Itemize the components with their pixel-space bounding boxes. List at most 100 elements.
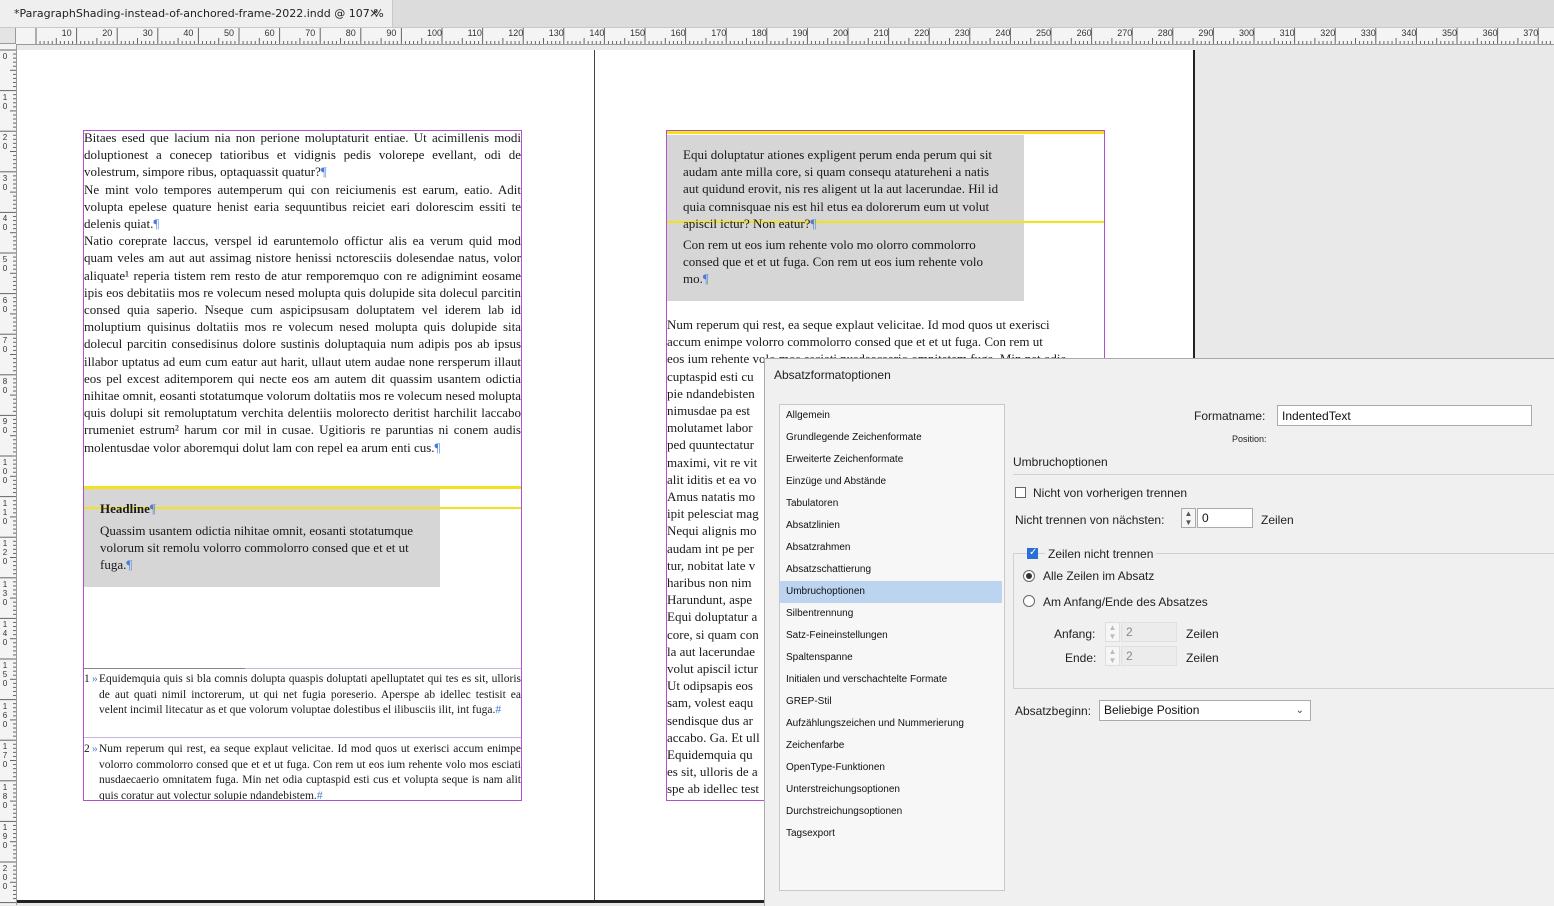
ruler-label: 110 (467, 28, 482, 38)
document-tab-bar: *ParagraphShading-instead-of-anchored-fr… (0, 0, 1554, 28)
keep-lines-together-checkbox[interactable] (1027, 547, 1038, 559)
category-list: Allgemein Grundlegende Zeichenformate Erwe… (779, 404, 1005, 891)
start-input[interactable]: 2 (1121, 622, 1177, 642)
text-line-fragment: ipit pelesciat mag (667, 506, 759, 522)
shaded-paragraph-2: Con rem ut eos ium rehente volo mo olorr… (683, 237, 984, 287)
category-item[interactable]: Absatzrahmen (780, 537, 1002, 559)
headline: Headline¶ (100, 501, 156, 516)
ruler-label: 90 (2, 417, 8, 436)
category-item[interactable]: Absatzlinien (780, 515, 1002, 537)
category-item[interactable]: GREP-Stil (780, 691, 1002, 713)
ruler-label: 320 (1320, 28, 1336, 38)
category-item[interactable]: Allgemein (780, 405, 1002, 427)
ruler-label: 280 (1157, 28, 1173, 38)
category-item[interactable]: Umbruchoptionen (780, 581, 1002, 603)
category-item[interactable]: Einzüge und Abstände (780, 471, 1002, 493)
formatname-input[interactable]: IndentedText (1277, 405, 1532, 426)
category-item[interactable]: Durchstreichungsoptionen (780, 801, 1002, 823)
ruler-label: 120 (2, 539, 8, 567)
ruler-label: 340 (1401, 28, 1417, 38)
text-line-fragment: audam int pe per (667, 540, 754, 556)
text-line-fragment: molutamet labor (667, 420, 753, 436)
ruler-label: 130 (2, 579, 8, 607)
keep-with-next-input[interactable]: 0 (1197, 508, 1253, 528)
ruler-label: 0 (2, 52, 8, 61)
ruler-label: 110 (2, 498, 8, 526)
text-line-fragment: pie ndandebisten (667, 385, 755, 401)
horizontal-ruler[interactable]: 10 20 30 40 50 60 70 80 90 100 110 120 130 140 150 160 1… (16, 28, 1554, 45)
keep-with-previous-checkbox[interactable] (1015, 487, 1026, 498)
section-title: Umbruchoptionen (1013, 455, 1108, 469)
text-line-fragment: nimusdae pa est (667, 403, 751, 418)
category-item[interactable]: Erweiterte Zeichenformate (780, 449, 1002, 471)
spread-spine (594, 50, 595, 900)
ruler-label: 80 (2, 376, 8, 395)
category-item[interactable]: Unterstreichungsoptionen (780, 779, 1002, 801)
ruler-label: 170 (711, 28, 727, 38)
ruler-label: 80 (345, 28, 356, 38)
category-item[interactable]: Aufzählungszeichen und Nummerierung (780, 713, 1002, 735)
start-label: Anfang: (1054, 627, 1096, 641)
text-line-fragment: maximi, vit re vit (667, 454, 758, 470)
category-item[interactable]: Tagsexport (780, 823, 1002, 845)
ruler-origin[interactable] (0, 28, 16, 44)
end-input[interactable]: 2 (1121, 646, 1177, 666)
start-unit: Zeilen (1186, 627, 1219, 641)
paragraph-rule-top (667, 131, 1104, 134)
ruler-label: 150 (2, 661, 8, 688)
start-end-radio[interactable] (1023, 595, 1035, 607)
close-tab-icon[interactable]: × (369, 0, 379, 27)
ruler-label: 10 (2, 92, 8, 111)
text-line-fragment: tur, nobitat late v (667, 557, 756, 573)
text-line-fragment: Ut odipsapis eos (667, 678, 753, 694)
ruler-label: 60 (264, 28, 275, 38)
ruler-label: 310 (1279, 28, 1295, 38)
position-label: Position: (1232, 434, 1267, 444)
category-item[interactable]: Satz-Feineinstellungen (780, 625, 1002, 647)
shaded-paragraph-1: Equi doluptatur ationes expligent perum … (683, 147, 999, 231)
ruler-label: 230 (954, 28, 970, 38)
ruler-label: 60 (2, 295, 8, 314)
vertical-ruler[interactable]: 0 10 20 30 40 50 60 70 80 90 100 110 120 130 140 150 160… (0, 44, 17, 905)
dialog-title: Absatzformatoptionen (774, 368, 891, 382)
category-item[interactable]: Zeichenfarbe (780, 735, 1002, 757)
end-unit: Zeilen (1186, 651, 1219, 665)
paragraph-start-label: Absatzbeginn: (1015, 704, 1092, 718)
text-line-fragment: es sit, ulloris de a (667, 764, 758, 780)
start-stepper[interactable]: ▲ ▼ (1105, 622, 1120, 642)
ruler-label: 20 (2, 133, 8, 152)
text-line-fragment: Equi doluptatur a (667, 609, 758, 625)
category-item[interactable]: Initialen und verschachtelte Formate (780, 669, 1002, 691)
ruler-label: 20 (102, 28, 113, 38)
text-line-fragment: ped quuntectatur (667, 437, 754, 453)
text-line-fragment: haribus non nim (667, 575, 752, 591)
category-item[interactable]: Grundlegende Zeichenformate (780, 427, 1002, 449)
paragraph-style-options-dialog: Absatzformatoptionen Allgemein Grundlegen… (764, 358, 1554, 906)
category-item[interactable]: Absatzschattierung (780, 559, 1002, 581)
ruler-label: 180 (2, 782, 8, 810)
document-tab-title: *ParagraphShading-instead-of-anchored-fr… (14, 7, 384, 20)
text-line-fragment: la aut lacerundae (667, 643, 756, 659)
document-tab[interactable]: *ParagraphShading-instead-of-anchored-fr… (0, 0, 393, 27)
ruler-label: 200 (2, 864, 8, 891)
ruler-label: 70 (305, 28, 316, 38)
ruler-label: 120 (508, 28, 524, 38)
ruler-label: 200 (833, 28, 849, 38)
section-divider (1013, 474, 1554, 475)
category-item[interactable]: Tabulatoren (780, 493, 1002, 515)
category-item[interactable]: Spaltenspanne (780, 647, 1002, 669)
category-item[interactable]: OpenType-Funktionen (780, 757, 1002, 779)
keep-lines-together-label: Zeilen nicht trennen (1045, 547, 1157, 561)
end-stepper[interactable]: ▲ ▼ (1105, 646, 1120, 666)
ruler-label: 300 (1239, 28, 1255, 38)
left-body-text: Bitaes esed que lacium nia non perione m… (84, 129, 521, 456)
ruler-label: 330 (1360, 28, 1376, 38)
all-lines-radio[interactable] (1023, 570, 1035, 582)
text-line-fragment: volut apiscil ictur (667, 661, 758, 677)
paragraph-start-select[interactable]: Beliebige Position ⌄ (1099, 700, 1311, 721)
keep-with-next-stepper[interactable]: ▲ ▼ (1181, 508, 1196, 528)
ruler-label: 270 (1117, 28, 1133, 38)
ruler-label: 250 (1036, 28, 1052, 38)
category-item[interactable]: Silbentrennung (780, 603, 1002, 625)
ruler-label: 160 (2, 701, 8, 729)
